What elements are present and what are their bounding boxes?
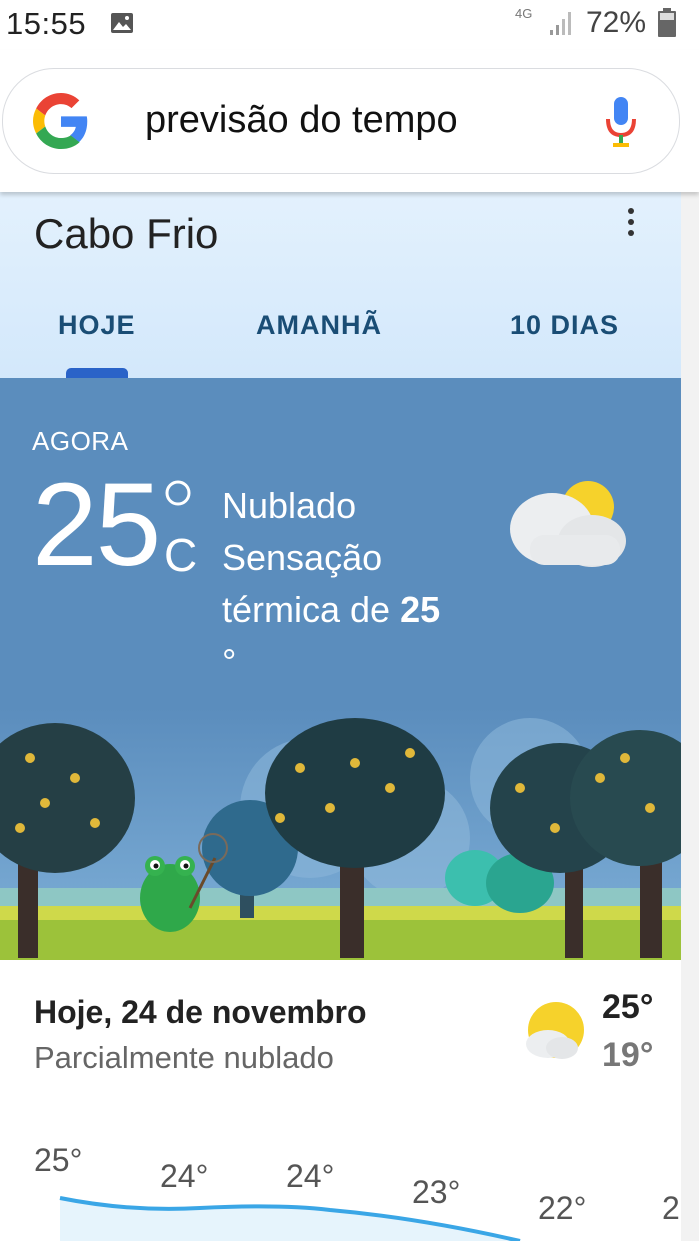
selected-tab-indicator (66, 368, 128, 378)
hourly-temp-label: 25° (34, 1142, 83, 1178)
forecast-low: 19° (602, 1036, 654, 1074)
now-label: AGORA (32, 426, 129, 456)
hourly-temperature-graph[interactable]: 25° 24° 24° 23° 22° 2 (0, 1130, 681, 1241)
temperature-unit: C (164, 529, 198, 581)
more-options-icon[interactable] (626, 208, 636, 240)
tab-hoje[interactable]: HOJE (58, 310, 136, 341)
weather-header: Cabo Frio HOJE AMANHÃ 10 DIAS (0, 192, 681, 379)
search-box[interactable]: previsão do tempo (2, 68, 680, 174)
forecast-date: Hoje, 24 de novembro (34, 994, 367, 1030)
today-forecast[interactable]: Hoje, 24 de novembro Parcialmente nublad… (0, 960, 681, 1241)
status-time: 15:55 (6, 6, 87, 41)
signal-icon (550, 12, 571, 35)
current-temperature: 25 (32, 459, 161, 591)
forecast-high: 25° (602, 988, 654, 1026)
search-query[interactable]: previsão do tempo (145, 99, 458, 142)
current-condition: Nublado (222, 485, 357, 526)
feels-like-value: 25 (400, 589, 441, 630)
city-name: Cabo Frio (34, 210, 219, 257)
weather-scene-illustration (0, 708, 681, 960)
microphone-icon[interactable] (601, 95, 641, 151)
hourly-temp-line (59, 1196, 521, 1241)
feels-like-prefix: Sensação térmica de (222, 537, 391, 630)
partly-cloudy-icon (510, 481, 626, 567)
google-logo-icon[interactable] (33, 93, 89, 149)
status-bar: 15:55 4G 72% (0, 0, 699, 50)
partly-cloudy-icon (526, 1002, 584, 1059)
image-icon (111, 13, 133, 33)
scrollbar[interactable] (681, 192, 699, 1241)
current-condition-block: Nublado Sensação térmica de 25 ° (222, 480, 502, 688)
degree-symbol (165, 480, 191, 506)
battery-icon (658, 8, 676, 37)
tab-10-dias[interactable]: 10 DIAS (510, 310, 619, 341)
battery-percent: 72% (586, 6, 647, 39)
search-header: previsão do tempo (0, 50, 699, 192)
feels-like: Sensação térmica de 25 (222, 532, 502, 636)
current-weather-panel: AGORA 25 C Nublado Sensação térmica de 2… (0, 378, 681, 960)
network-type: 4G (515, 6, 533, 21)
feels-like-unit: ° (222, 641, 237, 682)
tab-amanha[interactable]: AMANHÃ (256, 310, 382, 341)
forecast-condition: Parcialmente nublado (34, 1040, 334, 1075)
